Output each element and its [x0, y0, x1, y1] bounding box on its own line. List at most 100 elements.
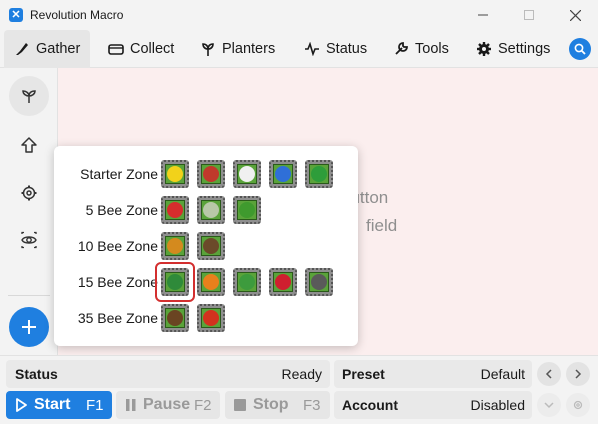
field-stamp-dandelion[interactable]	[233, 160, 261, 188]
tab-status[interactable]: Status	[304, 30, 367, 68]
app-title: Revolution Macro	[30, 8, 124, 22]
sidebar-item-fields[interactable]	[9, 76, 49, 116]
field-stamp-coconut[interactable]	[161, 304, 189, 332]
play-icon	[16, 398, 27, 412]
tab-collect[interactable]: Collect	[108, 30, 174, 68]
field-stamp-strawberry[interactable]	[161, 196, 189, 224]
account-row: Account Disabled	[334, 391, 532, 419]
mushroom-icon	[203, 166, 219, 182]
preset-value: Default	[480, 366, 525, 382]
tab-gather[interactable]: Gather	[4, 30, 91, 68]
tab-bar: Gather Collect Planters Status Tools Set…	[0, 30, 598, 68]
pumpkin-icon	[203, 274, 219, 290]
account-label: Account	[342, 397, 398, 413]
wrench-icon	[395, 42, 408, 55]
dandelion-icon	[239, 166, 255, 182]
gear-icon	[21, 185, 37, 201]
field-stamp-clover[interactable]	[305, 160, 333, 188]
tab-gather-label: Gather	[36, 41, 81, 57]
close-icon	[569, 9, 581, 21]
field-stamp-stump[interactable]	[197, 232, 225, 260]
zone-label: 10 Bee Zone	[77, 238, 158, 254]
activity-icon	[305, 42, 319, 56]
sunflower-icon	[167, 166, 183, 182]
pause-hotkey: F2	[194, 396, 212, 414]
field-stamp-bamboo[interactable]	[233, 196, 261, 224]
account-settings-button[interactable]	[566, 393, 590, 417]
field-stamp-pineapple[interactable]	[161, 232, 189, 260]
status-label: Status	[15, 366, 58, 382]
stop-label: Stop	[253, 396, 289, 413]
collect-icon	[108, 44, 124, 55]
tab-status-label: Status	[326, 41, 368, 57]
sidebar-item-boost[interactable]	[9, 125, 49, 165]
app-logo-icon: ✕	[9, 8, 23, 22]
tab-settings[interactable]: Settings	[476, 30, 550, 68]
minimize-button[interactable]	[460, 0, 506, 30]
field-stamp-pepper[interactable]	[197, 304, 225, 332]
add-field-button[interactable]	[9, 307, 49, 347]
maximize-button[interactable]	[506, 0, 552, 30]
blue-flower-icon	[275, 166, 291, 182]
stump-icon	[203, 238, 219, 254]
eye-icon	[21, 231, 37, 249]
bamboo-icon	[239, 202, 255, 218]
tab-planters[interactable]: Planters	[200, 30, 275, 68]
field-stamp-sunflower[interactable]	[161, 160, 189, 188]
sidebar	[0, 68, 58, 355]
pineapple-icon	[167, 238, 183, 254]
account-dropdown-button[interactable]	[537, 393, 561, 417]
arrow-up-icon	[21, 137, 37, 153]
chevron-right-icon	[575, 369, 582, 379]
title-bar: ✕ Revolution Macro	[0, 0, 598, 30]
pause-button[interactable]: Pause F2	[116, 391, 220, 419]
stop-hotkey: F3	[303, 396, 321, 414]
strawberry-icon	[167, 202, 183, 218]
field-stamp-mountain-top[interactable]	[305, 268, 333, 296]
field-stamp-mushroom[interactable]	[197, 160, 225, 188]
gear-icon	[477, 42, 491, 56]
field-stamp-pine-tree[interactable]	[233, 268, 261, 296]
tab-tools[interactable]: Tools	[393, 30, 449, 68]
zone-label: 15 Bee Zone	[77, 274, 158, 290]
close-button[interactable]	[552, 0, 598, 30]
zone-label: 35 Bee Zone	[77, 310, 158, 326]
pepper-icon	[203, 310, 219, 326]
chevron-left-icon	[545, 369, 552, 379]
preset-next-button[interactable]	[566, 362, 590, 386]
sidebar-divider	[8, 295, 50, 296]
field-stamp-blue-flower[interactable]	[269, 160, 297, 188]
status-row: Status Ready	[6, 360, 330, 388]
tab-settings-label: Settings	[498, 41, 551, 57]
planters-icon	[202, 43, 214, 56]
search-button[interactable]	[569, 38, 591, 60]
tab-collect-label: Collect	[130, 41, 175, 57]
sidebar-item-vision[interactable]	[9, 220, 49, 260]
pine-tree-icon	[239, 274, 255, 290]
search-icon	[574, 43, 586, 55]
minimize-icon	[478, 14, 488, 16]
preset-row: Preset Default	[334, 360, 532, 388]
preset-label: Preset	[342, 366, 385, 382]
coconut-icon	[167, 310, 183, 326]
account-value: Disabled	[470, 397, 525, 413]
start-button[interactable]: Start F1	[6, 391, 112, 419]
field-stamp-pumpkin[interactable]	[197, 268, 225, 296]
field-stamp-spider[interactable]	[197, 196, 225, 224]
stop-button[interactable]: Stop F3	[225, 391, 330, 419]
plus-icon	[22, 320, 36, 334]
spider-icon	[203, 202, 219, 218]
zone-label: 5 Bee Zone	[85, 202, 158, 218]
preset-prev-button[interactable]	[537, 362, 561, 386]
status-value: Ready	[281, 366, 322, 382]
clover-icon	[311, 166, 327, 182]
field-stamp-rose[interactable]	[269, 268, 297, 296]
sidebar-item-settings[interactable]	[9, 173, 49, 213]
pause-label: Pause	[143, 396, 191, 413]
gear-icon	[573, 400, 583, 410]
zone-label: Starter Zone	[80, 166, 158, 182]
chevron-down-icon	[544, 402, 554, 409]
selected-field-highlight	[155, 262, 195, 302]
pause-icon	[126, 399, 136, 411]
sprout-icon	[22, 90, 36, 103]
